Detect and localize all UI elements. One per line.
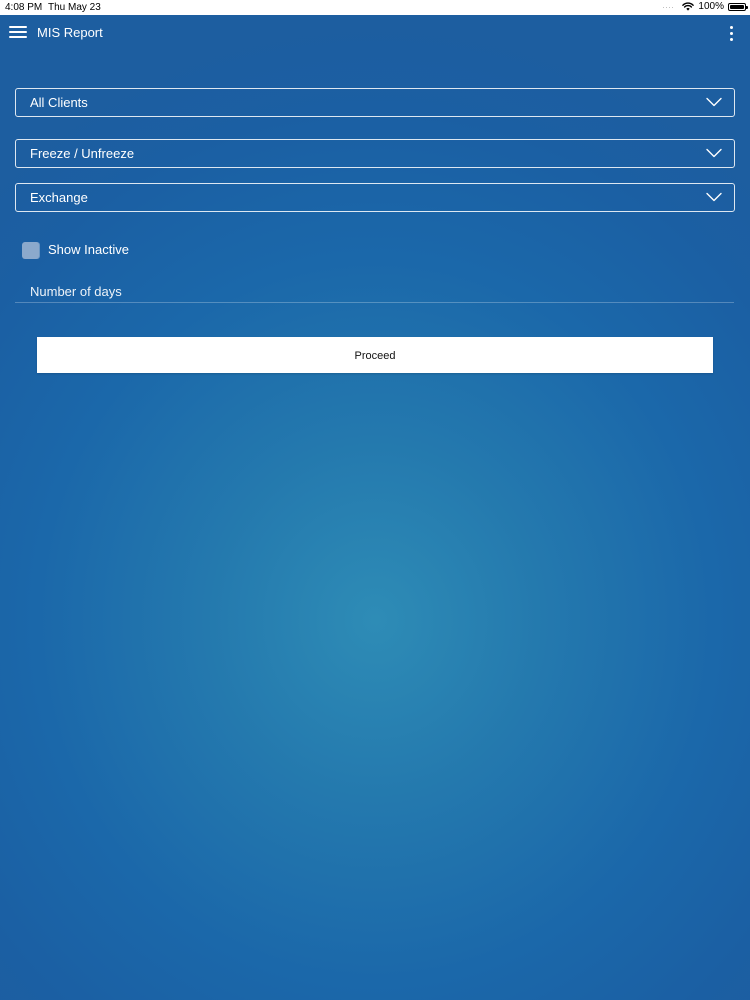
chevron-down-icon (706, 97, 722, 107)
battery-icon (728, 2, 748, 11)
clients-dropdown[interactable]: All Clients (15, 88, 735, 117)
exchange-dropdown[interactable]: Exchange (15, 183, 735, 212)
hamburger-menu-icon[interactable] (9, 25, 28, 40)
proceed-button[interactable]: Proceed (37, 337, 713, 373)
signal-dots: .... (662, 3, 675, 10)
status-time: 4:08 PM (5, 2, 43, 13)
chevron-down-icon (706, 192, 722, 202)
wifi-icon (682, 2, 695, 11)
chevron-down-icon (706, 148, 722, 158)
number-of-days-input[interactable] (15, 280, 734, 302)
status-indicators: .... 100% (662, 1, 748, 12)
status-bar: 4:08 PM Thu May 23 .... 100% (0, 0, 750, 15)
clients-dropdown-value: All Clients (30, 95, 88, 110)
more-vertical-icon[interactable] (724, 25, 738, 43)
freeze-unfreeze-dropdown[interactable]: Freeze / Unfreeze (15, 139, 735, 168)
page-title: MIS Report (37, 25, 103, 40)
app-bar: MIS Report (0, 15, 750, 51)
freeze-dropdown-value: Freeze / Unfreeze (30, 146, 135, 161)
number-of-days-field (15, 280, 734, 303)
exchange-dropdown-value: Exchange (30, 190, 88, 205)
show-inactive-checkbox[interactable] (22, 242, 39, 259)
battery-fill (730, 4, 744, 9)
show-inactive-label: Show Inactive (48, 242, 129, 257)
battery-percent: 100% (698, 1, 724, 12)
status-date: Thu May 23 (48, 2, 101, 13)
